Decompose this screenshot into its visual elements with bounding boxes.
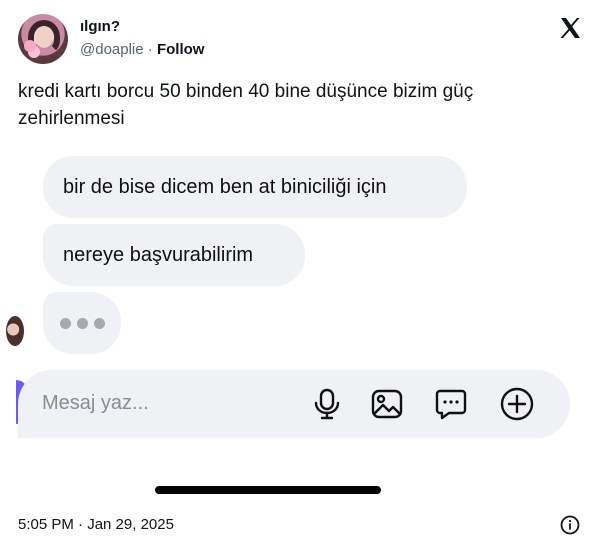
chat-icon[interactable] (434, 387, 468, 421)
x-logo-icon[interactable] (558, 16, 582, 40)
handle[interactable]: @doaplie (80, 41, 144, 58)
typing-dot (76, 317, 88, 329)
typing-indicator (43, 292, 121, 354)
handle-line: @doaplie · Follow (80, 41, 204, 58)
embedded-chat-screenshot: bir de bise dicem ben at biniciliği için… (6, 148, 578, 448)
message-bubble: bir de bise dicem ben at biniciliği için (43, 156, 467, 218)
follow-button[interactable]: Follow (157, 41, 205, 58)
microphone-icon[interactable] (310, 387, 344, 421)
home-indicator-bar (155, 486, 381, 494)
separator: · (143, 41, 157, 58)
tweet-timestamp[interactable]: 5:05 PM · Jan 29, 2025 (18, 516, 174, 533)
avatar[interactable] (18, 14, 68, 64)
tweet-header: ılgın? @doaplie · Follow (18, 14, 582, 66)
typing-dot (93, 317, 105, 329)
info-icon[interactable] (560, 515, 580, 535)
message-input-placeholder[interactable]: Mesaj yaz... (42, 392, 149, 415)
display-name[interactable]: ılgın? (80, 18, 120, 35)
sender-avatar (6, 316, 24, 346)
plus-circle-icon[interactable] (500, 387, 534, 421)
message-composer[interactable]: Mesaj yaz... (18, 370, 570, 438)
typing-dot (59, 317, 71, 329)
message-bubble: nereye başvurabilirim (43, 224, 305, 286)
tweet-text: kredi kartı borcu 50 binden 40 bine düşü… (18, 81, 474, 129)
image-icon[interactable] (370, 387, 404, 421)
